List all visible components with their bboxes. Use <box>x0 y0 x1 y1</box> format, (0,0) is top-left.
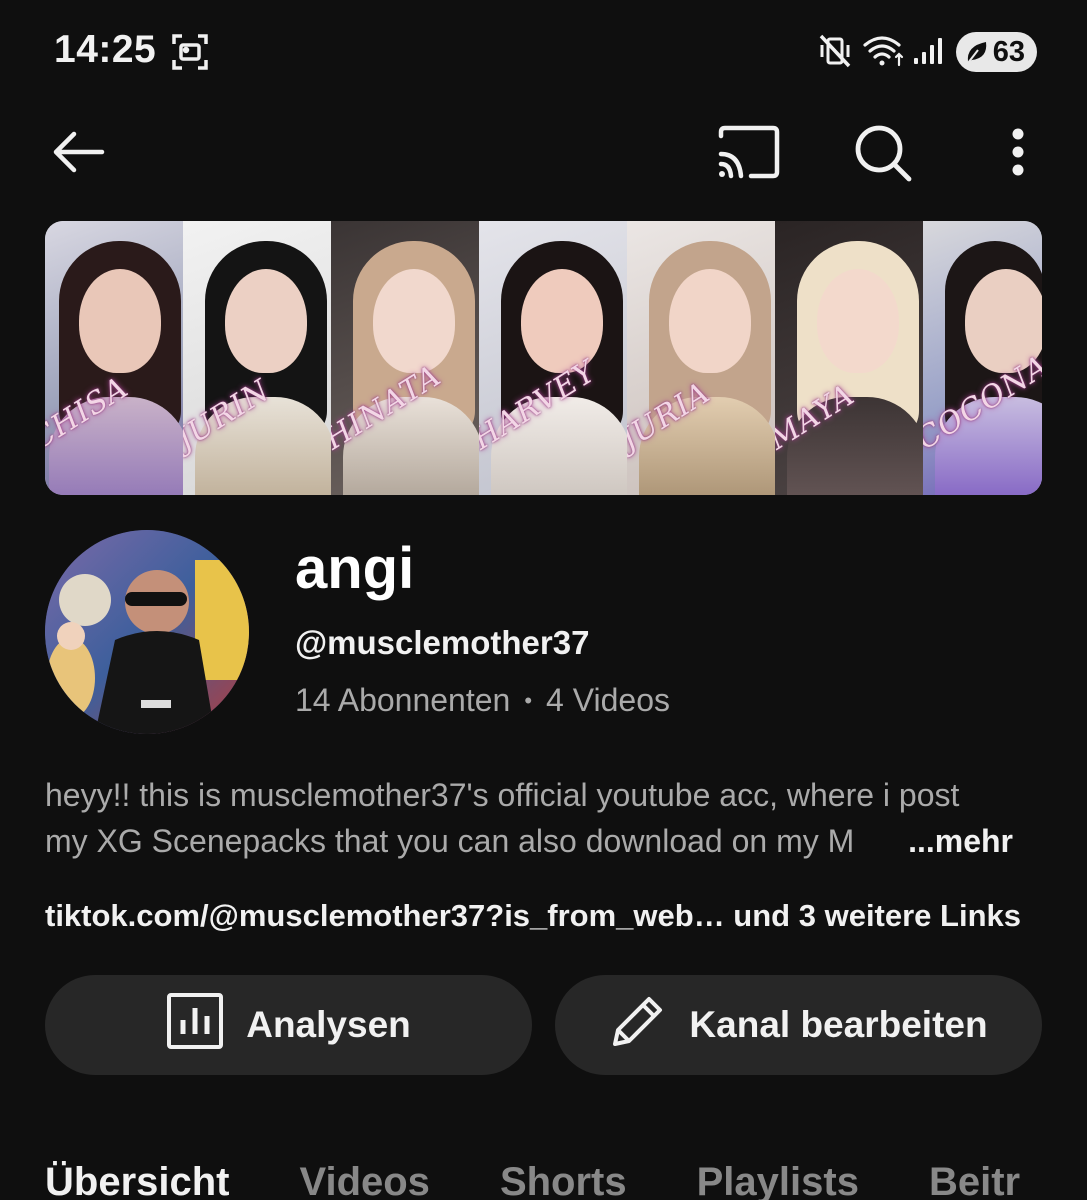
search-icon <box>852 122 914 189</box>
wifi-icon <box>862 34 906 73</box>
edit-channel-button[interactable]: Kanal bearbeiten <box>555 975 1042 1075</box>
channel-description[interactable]: heyy!! this is musclemother37's official… <box>45 772 1035 864</box>
subscriber-count: 14 Abonnenten <box>295 682 511 718</box>
more-link[interactable]: ...mehr <box>902 818 1013 864</box>
tab-videos[interactable]: Videos <box>300 1160 430 1200</box>
edit-channel-label: Kanal bearbeiten <box>689 1004 988 1045</box>
description-line: my XG Scenepacks that you can also downl… <box>45 823 855 859</box>
video-count: 4 Videos <box>546 682 670 718</box>
vibrate-mute-icon <box>818 33 852 74</box>
search-button[interactable] <box>850 122 916 188</box>
analytics-button[interactable]: Analysen <box>45 975 532 1075</box>
battery-indicator: 63 <box>956 32 1037 72</box>
channel-stats: 14 Abonnenten • 4 Videos <box>295 682 670 719</box>
more-options-button[interactable] <box>998 124 1038 184</box>
banner-panel: CHISA <box>45 221 197 495</box>
banner-panel: MAYA <box>775 221 935 495</box>
channel-page: 14:25 63 CHISA JURIN HINATA HARVEY JURIA… <box>0 0 1087 1200</box>
banner-panel: JURIN <box>183 221 343 495</box>
battery-saver-icon <box>964 38 990 74</box>
description-line: heyy!! this is musclemother37's official… <box>45 777 960 813</box>
channel-name: angi <box>295 536 415 601</box>
more-vert-icon <box>1010 127 1026 182</box>
channel-banner: CHISA JURIN HINATA HARVEY JURIA MAYA COC… <box>45 221 1042 495</box>
channel-handle: @musclemother37 <box>295 624 590 661</box>
signal-icon <box>912 36 944 71</box>
cast-button[interactable] <box>712 122 784 186</box>
pencil-icon <box>609 992 667 1059</box>
tab-shorts[interactable]: Shorts <box>500 1160 627 1200</box>
analytics-label: Analysen <box>246 1004 411 1045</box>
channel-links[interactable]: tiktok.com/@musclemother37?is_from_web… … <box>45 898 1021 934</box>
banner-panel: HARVEY <box>479 221 639 495</box>
status-bar: 14:25 63 <box>0 0 1087 100</box>
banner-panel: JURIA <box>627 221 787 495</box>
battery-level: 63 <box>992 35 1025 68</box>
back-arrow-icon <box>50 128 106 181</box>
analytics-icon <box>166 992 224 1059</box>
banner-panel: COCONA <box>923 221 1042 495</box>
cast-icon <box>715 124 781 185</box>
status-time: 14:25 <box>54 28 157 71</box>
banner-panel: HINATA <box>331 221 491 495</box>
channel-avatar[interactable] <box>45 530 249 734</box>
tab-overview[interactable]: Übersicht <box>45 1160 230 1200</box>
stats-separator: • <box>524 687 533 713</box>
channel-tabs: Übersicht Videos Shorts Playlists Beitr <box>45 1160 1020 1200</box>
screenshot-icon <box>170 32 210 77</box>
tab-posts[interactable]: Beitr <box>929 1160 1020 1200</box>
back-button[interactable] <box>48 124 108 184</box>
tab-playlists[interactable]: Playlists <box>697 1160 859 1200</box>
